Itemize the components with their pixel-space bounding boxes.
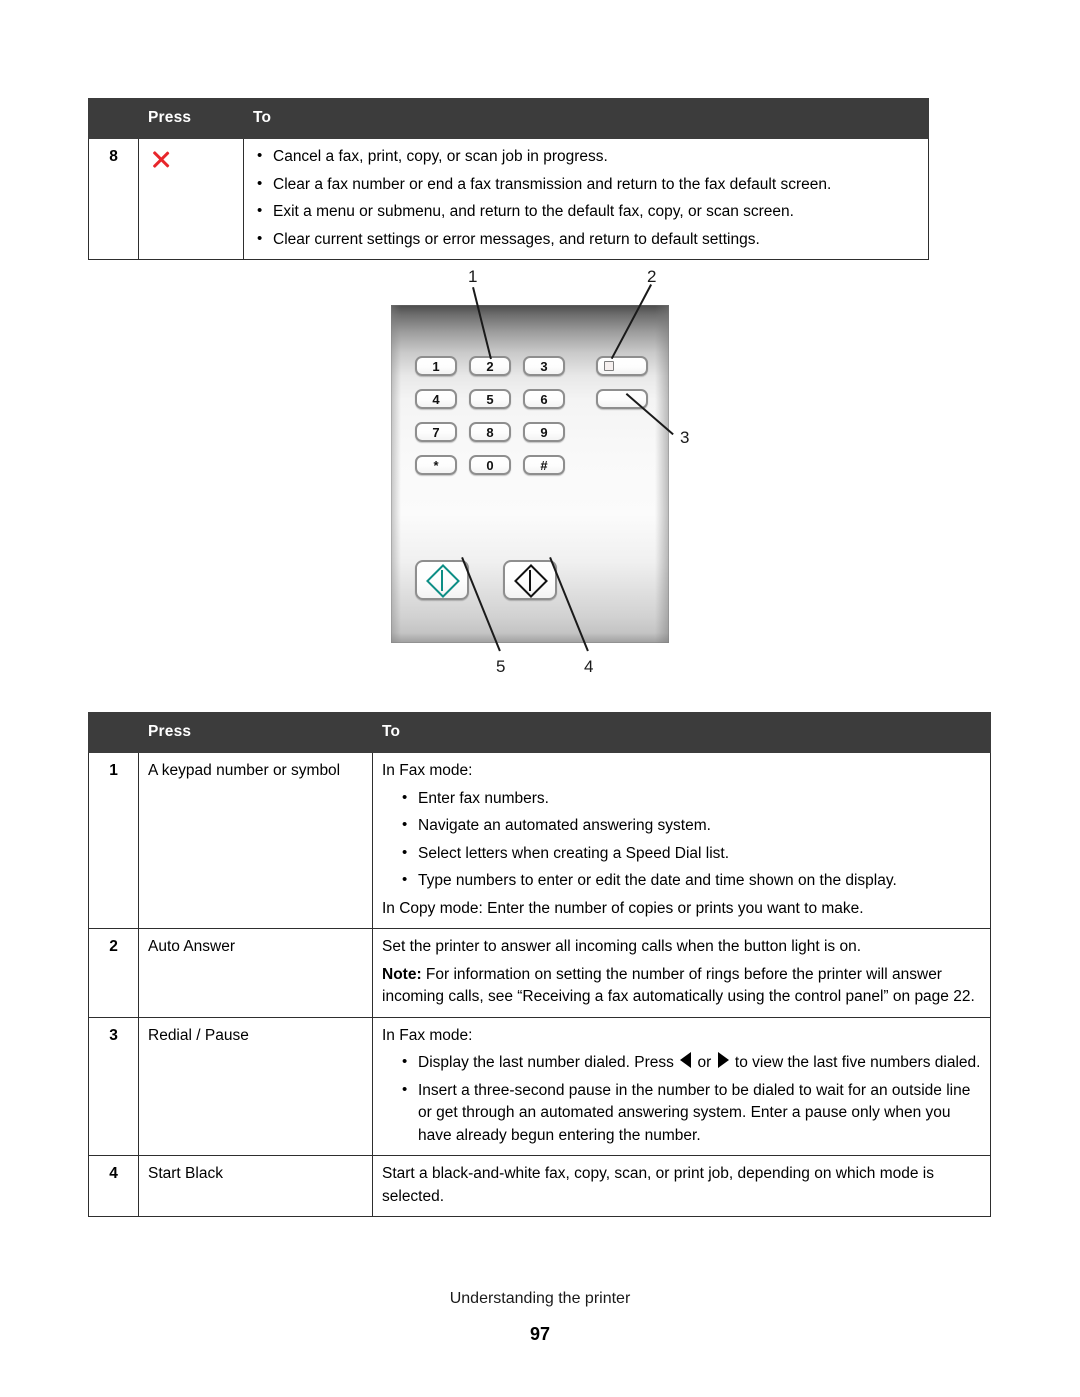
bullet-text-mid: or: [693, 1054, 716, 1072]
row-number: 1: [88, 752, 139, 930]
keypad-key-asterisk[interactable]: *: [415, 455, 457, 475]
to-cell: Cancel a fax, print, copy, or scan job i…: [243, 138, 929, 261]
list-item: Exit a menu or submenu, and return to th…: [253, 200, 919, 223]
list-item: Insert a three-second pause in the numbe…: [382, 1079, 981, 1147]
callout-label-2: 2: [647, 267, 657, 286]
key-label: 7: [432, 424, 440, 440]
keypad-key-pound[interactable]: #: [523, 455, 565, 475]
key-label: *: [433, 457, 439, 473]
press-cell: Start Black: [138, 1155, 373, 1217]
start-color-diamond-icon: [426, 564, 460, 598]
list-item: Select letters when creating a Speed Dia…: [382, 842, 981, 865]
callout-label-4: 4: [584, 657, 594, 676]
start-black-button[interactable]: [503, 560, 557, 600]
arrow-left-icon: [680, 1052, 692, 1069]
bullet-list: Display the last number dialed. Press or…: [382, 1051, 981, 1147]
row-number: 8: [88, 138, 139, 261]
header-to: To: [372, 711, 991, 754]
key-label: #: [540, 457, 548, 473]
note-paragraph: Note: For information on setting the num…: [382, 964, 981, 1009]
key-label: 9: [540, 424, 548, 440]
key-label: 5: [486, 391, 494, 407]
key-label: 0: [486, 457, 494, 473]
keypad-key-3[interactable]: 3: [523, 356, 565, 376]
row-number: 3: [88, 1016, 139, 1157]
keypad-key-0[interactable]: 0: [469, 455, 511, 475]
table-row: 2 Auto Answer Set the printer to answer …: [88, 928, 991, 1018]
header-num: [88, 97, 139, 140]
arrow-right-icon: [717, 1052, 729, 1069]
list-item: Enter fax numbers.: [382, 787, 981, 810]
bullet-text-post: to view the last five numbers dialed.: [730, 1054, 981, 1072]
press-cell: A keypad number or symbol: [138, 752, 373, 930]
outro-text: In Copy mode: Enter the number of copies…: [382, 899, 864, 917]
table-row: 3 Redial / Pause In Fax mode: Display th…: [88, 1016, 991, 1157]
keypad-key-8[interactable]: 8: [469, 422, 511, 442]
callout-label-3: 3: [680, 428, 690, 447]
description-text: Set the printer to answer all incoming c…: [382, 938, 862, 956]
list-item: Cancel a fax, print, copy, or scan job i…: [253, 145, 919, 168]
key-label: 4: [432, 391, 440, 407]
control-panel-figure: 1 2 3 4 5 6 7 8 9 * 0 # 1 2 3 4 5: [375, 265, 705, 695]
auto-answer-led-icon: [604, 361, 614, 371]
press-cell: Redial / Pause: [138, 1016, 373, 1157]
control-panel-surface: 1 2 3 4 5 6 7 8 9 * 0 #: [391, 305, 669, 643]
list-item: Clear current settings or error messages…: [253, 228, 919, 251]
keypad-key-9[interactable]: 9: [523, 422, 565, 442]
keypad-key-5[interactable]: 5: [469, 389, 511, 409]
key-label: 8: [486, 424, 494, 440]
header-press: Press: [138, 97, 244, 140]
key-label: 6: [540, 391, 548, 407]
header-press: Press: [138, 711, 373, 754]
auto-answer-button[interactable]: [596, 356, 648, 376]
intro-text: In Fax mode:: [382, 1026, 473, 1044]
intro-text: In Fax mode:: [382, 762, 473, 780]
list-item: Clear a fax number or end a fax transmis…: [253, 173, 919, 196]
list-item: Type numbers to enter or edit the date a…: [382, 869, 981, 892]
note-text: For information on setting the number of…: [382, 965, 975, 1006]
list-item: Display the last number dialed. Press or…: [382, 1051, 981, 1074]
key-label: 2: [486, 358, 494, 374]
keypad-key-6[interactable]: 6: [523, 389, 565, 409]
bullet-list: Cancel a fax, print, copy, or scan job i…: [253, 145, 919, 251]
cancel-x-icon: [148, 146, 174, 172]
row-number: 2: [88, 928, 139, 1018]
to-cell: In Fax mode: Enter fax numbers. Navigate…: [372, 752, 991, 930]
key-label: 3: [540, 358, 548, 374]
bullet-list: Enter fax numbers. Navigate an automated…: [382, 787, 981, 893]
start-color-button[interactable]: [415, 560, 469, 600]
table-header-row: Press To: [88, 711, 991, 754]
callout-label-1: 1: [468, 267, 478, 286]
document-page: Press To 8 Cancel a fax, print, copy, or…: [0, 0, 1080, 1397]
table-row: 8 Cancel a fax, print, copy, or scan job…: [88, 138, 929, 261]
header-num: [88, 711, 139, 754]
keypad-key-4[interactable]: 4: [415, 389, 457, 409]
list-item: Navigate an automated answering system.: [382, 814, 981, 837]
note-label: Note:: [382, 965, 422, 983]
callout-label-5: 5: [496, 657, 506, 676]
footer-caption: Understanding the printer: [449, 1290, 631, 1307]
header-to: To: [243, 97, 929, 140]
keypad-key-1[interactable]: 1: [415, 356, 457, 376]
page-footer: Understanding the printer 97: [0, 1290, 1080, 1345]
keypad-key-7[interactable]: 7: [415, 422, 457, 442]
key-label: 1: [432, 358, 440, 374]
table-row: 1 A keypad number or symbol In Fax mode:…: [88, 752, 991, 930]
row-number: 4: [88, 1155, 139, 1217]
start-black-diamond-icon: [514, 564, 548, 598]
press-cell-cancel: [138, 138, 244, 261]
press-cell: Auto Answer: [138, 928, 373, 1018]
to-cell: Start a black-and-white fax, copy, scan,…: [372, 1155, 991, 1217]
press-to-table-top: Press To 8 Cancel a fax, print, copy, or…: [88, 97, 929, 261]
table-row: 4 Start Black Start a black-and-white fa…: [88, 1155, 991, 1217]
bullet-text-pre: Display the last number dialed. Press: [418, 1054, 679, 1072]
to-cell: Set the printer to answer all incoming c…: [372, 928, 991, 1018]
page-number: 97: [529, 1324, 551, 1344]
press-to-table-bottom: Press To 1 A keypad number or symbol In …: [88, 711, 991, 1217]
to-cell: In Fax mode: Display the last number dia…: [372, 1016, 991, 1157]
table-header-row: Press To: [88, 97, 929, 140]
